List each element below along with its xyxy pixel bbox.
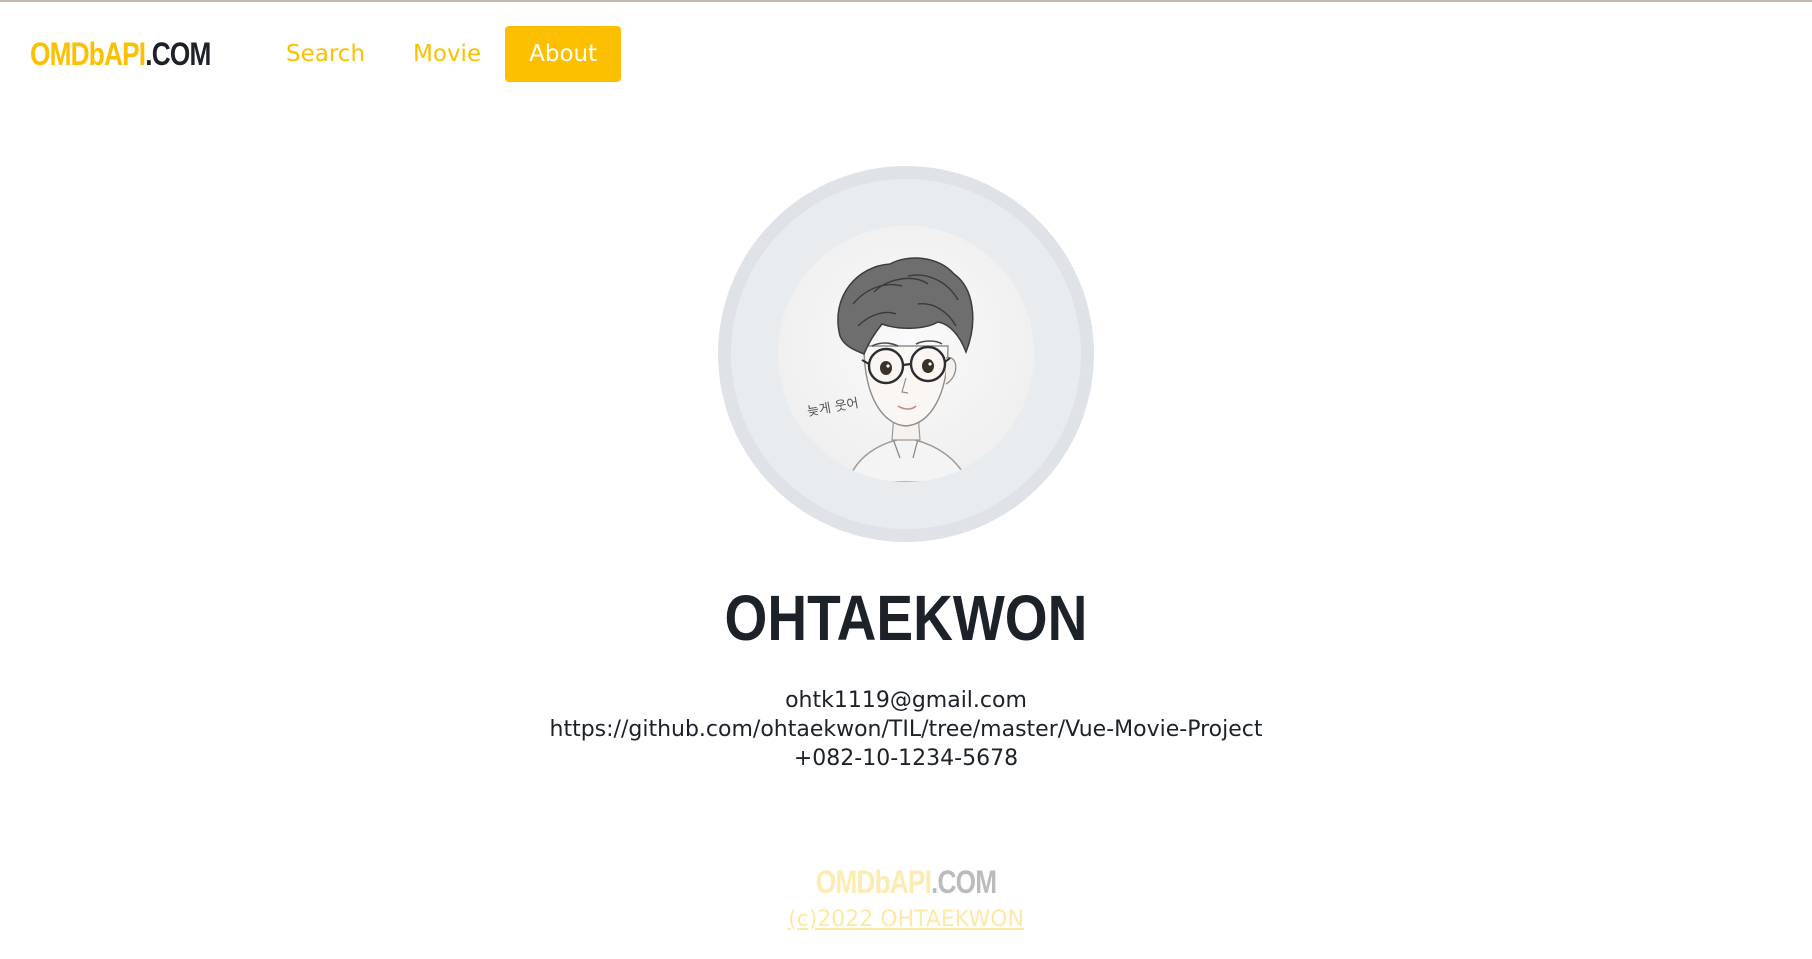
nav-search[interactable]: Search — [262, 26, 389, 82]
main-nav: Search Movie About — [262, 26, 622, 82]
footer: OMDbAPI.COM (c)2022 OHTAEKWON — [0, 864, 1812, 932]
contact-email: ohtk1119@gmail.com — [785, 688, 1027, 713]
contact-phone: +082-10-1234-5678 — [793, 746, 1019, 771]
profile-section: 늦게 웃어 OHTAEKWON ohtk1119@gmail.com https… — [0, 166, 1812, 773]
logo-tld: .COM — [145, 36, 211, 72]
header: OMDbAPI.COM Search Movie About — [0, 2, 1812, 106]
profile-photo-ring: 늦게 웃어 — [718, 166, 1094, 542]
footer-logo-tld: .COM — [931, 864, 997, 900]
footer-logo-brand: OMDbAPI — [815, 864, 932, 900]
logo[interactable]: OMDbAPI.COM — [30, 36, 211, 73]
profile-name: OHTAEKWON — [724, 582, 1088, 654]
profile-photo: 늦게 웃어 — [778, 226, 1034, 482]
footer-logo[interactable]: OMDbAPI.COM — [815, 864, 997, 901]
nav-about[interactable]: About — [505, 26, 622, 82]
logo-brand: OMDbAPI — [30, 36, 146, 72]
nav-movie[interactable]: Movie — [389, 26, 505, 82]
profile-photo-ring-inner: 늦게 웃어 — [731, 179, 1081, 529]
contact-github: https://github.com/ohtaekwon/TIL/tree/ma… — [549, 717, 1263, 742]
copyright-link[interactable]: (c)2022 OHTAEKWON — [788, 907, 1024, 932]
avatar-illustration: 늦게 웃어 — [778, 226, 1034, 482]
contact-info: ohtk1119@gmail.com https://github.com/oh… — [550, 686, 1263, 773]
